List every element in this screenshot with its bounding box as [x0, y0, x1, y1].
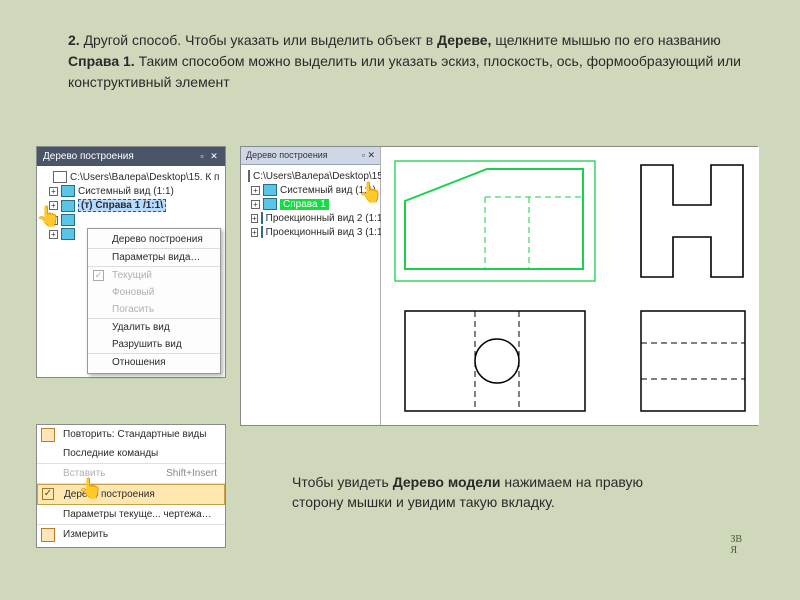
drawing-panel: Дерево построения ▫ ✕ C:\Users\Валера\De…	[240, 146, 758, 426]
p3-sprava1[interactable]: +Справа 1	[245, 197, 376, 211]
window-controls[interactable]: ▫ ✕	[362, 150, 375, 161]
context-menu-panel2: Повторить: Стандартные виды Последние ко…	[36, 424, 226, 548]
window-controls[interactable]: ▫✕	[195, 151, 219, 162]
repeat-icon	[41, 428, 55, 442]
p3-proj3[interactable]: +Проекционный вид 3 (1:1)	[245, 225, 376, 239]
expand-icon[interactable]: +	[251, 186, 260, 195]
mi2-repeat[interactable]: Повторить: Стандартные виды	[37, 425, 225, 444]
check-icon: ✓	[93, 270, 104, 281]
menu2-list: Повторить: Стандартные виды Последние ко…	[37, 425, 225, 544]
p3-proj2[interactable]: +Проекционный вид 2 (1:1)	[245, 211, 376, 225]
tree-file-row[interactable]: C:\Users\Валера\Desktop\15. К п	[41, 170, 221, 184]
hand-pointer-icon: 👆	[78, 476, 103, 501]
panel1-titlebar: Дерево построения ▫✕	[37, 147, 225, 166]
view-icon	[61, 185, 75, 197]
p3-sysview[interactable]: +Системный вид (1:1)	[245, 183, 376, 197]
drawing-canvas	[381, 147, 759, 425]
mi-current: ✓Текущий	[88, 267, 220, 284]
view-icon	[61, 214, 75, 226]
tree-row-sprava1[interactable]: + (т) Справа 1 /1:1\	[41, 198, 221, 213]
tree-panel-left: Дерево построения ▫✕ C:\Users\Валера\Des…	[36, 146, 226, 378]
drawing-svg	[381, 147, 759, 425]
tree-panel1: C:\Users\Валера\Desktop\15. К п + Систем…	[37, 166, 225, 245]
mi-relations[interactable]: Отношения	[88, 354, 220, 371]
check-icon: ✓	[42, 488, 54, 500]
measure-icon	[41, 528, 55, 542]
tree-row-systemview[interactable]: + Системный вид (1:1)	[41, 184, 221, 198]
mi2-measure[interactable]: Измерить	[37, 525, 225, 544]
mi-tree[interactable]: Дерево построения	[88, 231, 220, 249]
panel1-title: Дерево построения	[43, 151, 134, 162]
doc-icon	[248, 170, 250, 182]
panel3-title: Дерево построения	[246, 150, 328, 161]
expand-icon[interactable]: +	[49, 230, 58, 239]
expand-icon[interactable]: +	[49, 187, 58, 196]
view-icon	[261, 226, 263, 238]
mi-delete[interactable]: Удалить вид	[88, 319, 220, 336]
doc-icon	[53, 171, 67, 183]
mi2-params[interactable]: Параметры текуще... чертежа…	[37, 505, 225, 525]
mi-off: Погасить	[88, 301, 220, 319]
tree-row-hidden1[interactable]: +	[41, 213, 221, 227]
instruction-text: 2. Другой способ. Чтобы указать или выде…	[68, 30, 758, 93]
expand-icon[interactable]: +	[251, 214, 258, 223]
context-menu-panel1: Дерево построения Параметры вида… ✓Текущ…	[87, 228, 221, 374]
mi2-tree[interactable]: ✓Дерево построения	[37, 484, 225, 505]
mi2-paste: ВставитьShift+Insert	[37, 464, 225, 484]
panel3-titlebar: Дерево построения ▫ ✕	[241, 147, 380, 165]
hand-pointer-icon: 👆	[358, 180, 383, 205]
p3-file[interactable]: C:\Users\Валера\Desktop\15. К п	[245, 169, 376, 183]
mi-params[interactable]: Параметры вида…	[88, 249, 220, 267]
hand-pointer-icon: 👆	[36, 204, 61, 229]
view-icon	[263, 198, 277, 210]
mi2-recent[interactable]: Последние команды	[37, 444, 225, 464]
view-icon	[61, 200, 75, 212]
expand-icon[interactable]: +	[251, 200, 260, 209]
bottom-instruction: Чтобы увидеть Дерево модели нажимаем на …	[292, 472, 692, 513]
mi-bg: Фоновый	[88, 284, 220, 301]
footer-initials: ЗВ Я	[730, 534, 742, 556]
view-icon	[61, 228, 75, 240]
mi-destroy[interactable]: Разрушить вид	[88, 336, 220, 354]
view-icon	[261, 212, 263, 224]
view-icon	[263, 184, 277, 196]
expand-icon[interactable]: +	[251, 228, 258, 237]
